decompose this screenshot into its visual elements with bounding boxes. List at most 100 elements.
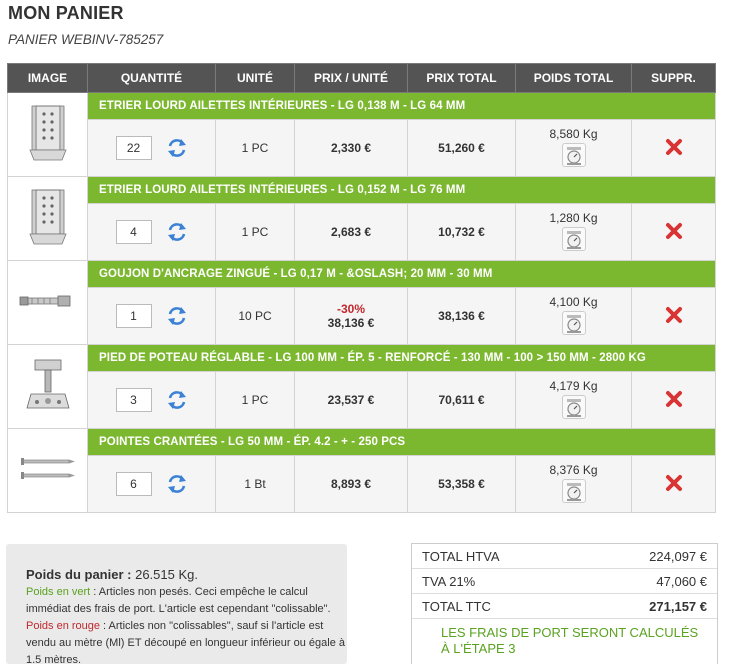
scale-icon[interactable] (561, 310, 586, 335)
unit-price: 23,537 € (327, 393, 375, 407)
product-data-row: 1 Bt 8,893 € 53,358 € 8,376 Kg (8, 455, 716, 513)
col-header-quantity: QUANTITÉ (87, 63, 216, 93)
green-weight-note: Poids en vert : Articles non pesés. Ceci… (26, 584, 347, 618)
refresh-icon[interactable] (166, 305, 188, 327)
delete-cell (631, 203, 716, 261)
red-weight-label: Poids en rouge (26, 620, 100, 632)
weight-value: 4,179 Kg (549, 378, 598, 393)
quantity-input[interactable] (115, 472, 152, 496)
product-data-row: 1 PC 23,537 € 70,611 € 4,179 Kg (8, 371, 716, 429)
tva-value: 47,060 € (656, 573, 707, 589)
product-name[interactable]: POINTES CRANTÉES - LG 50 MM - ÉP. 4.2 - … (87, 428, 716, 456)
product-image-cell (7, 344, 88, 429)
bracket-image[interactable] (26, 102, 70, 164)
cart-weight-value: 26.515 Kg. (135, 567, 198, 582)
weight-value: 8,580 Kg (549, 126, 598, 141)
product-title-row: ETRIER LOURD AILETTES INTÉRIEURES - LG 0… (7, 92, 716, 177)
total-price-cell: 53,358 € (407, 455, 516, 513)
delete-icon[interactable] (664, 389, 684, 409)
product-data-row: 1 PC 2,683 € 10,732 € 1,280 Kg (8, 203, 716, 261)
product-title-row: ETRIER LOURD AILETTES INTÉRIEURES - LG 0… (7, 176, 716, 261)
unit-price: 8,893 € (330, 477, 372, 491)
discount-badge: -30% (336, 302, 365, 316)
total-price: 38,136 € (438, 309, 485, 323)
quantity-cell (87, 287, 216, 345)
unit-cell: 1 PC (215, 371, 295, 429)
quantity-input[interactable] (115, 220, 152, 244)
weight-value: 1,280 Kg (549, 210, 598, 225)
product-title-row: PIED DE POTEAU RÉGLABLE - LG 100 MM - ÉP… (7, 344, 716, 429)
unit-price-cell: -30% 38,136 € (294, 287, 408, 345)
shipping-note: LES FRAIS DE PORT SERONT CALCULÉS À L'ÉT… (441, 625, 699, 656)
scale-icon[interactable] (561, 394, 586, 419)
product-name[interactable]: PIED DE POTEAU RÉGLABLE - LG 100 MM - ÉP… (87, 344, 716, 372)
unit-cell: 1 Bt (215, 455, 295, 513)
quantity-cell (87, 119, 216, 177)
unit-price-cell: 2,683 € (294, 203, 408, 261)
product-name[interactable]: ETRIER LOURD AILETTES INTÉRIEURES - LG 0… (87, 92, 716, 120)
unit-cell: 10 PC (215, 287, 295, 345)
col-header-delete: SUPPR. (631, 63, 716, 93)
total-price: 51,260 € (438, 141, 485, 155)
delete-icon[interactable] (664, 221, 684, 241)
col-header-unit-price: PRIX / UNITÉ (294, 63, 408, 93)
quantity-input[interactable] (115, 136, 152, 160)
weight-value: 4,100 Kg (549, 294, 598, 309)
delete-cell (631, 371, 716, 429)
delete-icon[interactable] (664, 473, 684, 493)
product-image-cell (7, 92, 88, 177)
unit-price-cell: 2,330 € (294, 119, 408, 177)
weight-cell: 4,100 Kg (515, 287, 632, 345)
total-price-cell: 10,732 € (407, 203, 516, 261)
refresh-icon[interactable] (166, 389, 188, 411)
quantity-cell (87, 203, 216, 261)
quantity-cell (87, 455, 216, 513)
cart-table: IMAGE QUANTITÉ UNITÉ PRIX / UNITÉ PRIX T… (7, 63, 716, 513)
refresh-icon[interactable] (166, 473, 188, 495)
total-ttc-label: TOTAL TTC (422, 598, 491, 614)
scale-icon[interactable] (561, 142, 586, 167)
quantity-cell (87, 371, 216, 429)
total-htva-label: TOTAL HTVA (422, 548, 500, 564)
weight-cell: 8,580 Kg (515, 119, 632, 177)
product-image-cell (7, 428, 88, 513)
nails-image[interactable] (19, 451, 77, 487)
quantity-input[interactable] (115, 388, 152, 412)
bracket-image[interactable] (26, 186, 70, 248)
tva-row: TVA 21% 47,060 € (412, 569, 717, 594)
weight-cell: 1,280 Kg (515, 203, 632, 261)
unit-cell: 1 PC (215, 203, 295, 261)
delete-icon[interactable] (664, 305, 684, 325)
post-base-image[interactable] (25, 356, 71, 414)
weight-cell: 8,376 Kg (515, 455, 632, 513)
delete-cell (631, 455, 716, 513)
total-htva-value: 224,097 € (649, 548, 707, 564)
unit-price: 2,683 € (330, 225, 372, 239)
unit-price: 38,136 € (327, 316, 375, 330)
scale-icon[interactable] (561, 478, 586, 503)
refresh-icon[interactable] (166, 221, 188, 243)
total-price: 10,732 € (438, 225, 485, 239)
refresh-icon[interactable] (166, 137, 188, 159)
product-image-cell (7, 260, 88, 345)
total-htva-row: TOTAL HTVA 224,097 € (412, 544, 717, 569)
anchor-bolt-image[interactable] (18, 290, 78, 312)
col-header-total-price: PRIX TOTAL (407, 63, 516, 93)
product-title-row: POINTES CRANTÉES - LG 50 MM - ÉP. 4.2 - … (7, 428, 716, 513)
product-name[interactable]: ETRIER LOURD AILETTES INTÉRIEURES - LG 0… (87, 176, 716, 204)
green-weight-label: Poids en vert (26, 586, 91, 598)
product-title-row: GOUJON D'ANCRAGE ZINGUÉ - LG 0,17 M - &O… (7, 260, 716, 345)
col-header-total-weight: POIDS TOTAL (515, 63, 632, 93)
scale-icon[interactable] (561, 226, 586, 251)
tva-label: TVA 21% (422, 573, 476, 589)
weight-value: 8,376 Kg (549, 462, 598, 477)
total-price: 53,358 € (438, 477, 485, 491)
quantity-input[interactable] (115, 304, 152, 328)
product-name[interactable]: GOUJON D'ANCRAGE ZINGUÉ - LG 0,17 M - &O… (87, 260, 716, 288)
page-title: MON PANIER (8, 3, 124, 23)
table-header-row: IMAGE QUANTITÉ UNITÉ PRIX / UNITÉ PRIX T… (7, 63, 716, 93)
product-data-row: 10 PC -30% 38,136 € 38,136 € 4,100 Kg (8, 287, 716, 345)
delete-icon[interactable] (664, 137, 684, 157)
delete-cell (631, 119, 716, 177)
cart-weight-label: Poids du panier : (26, 567, 132, 582)
